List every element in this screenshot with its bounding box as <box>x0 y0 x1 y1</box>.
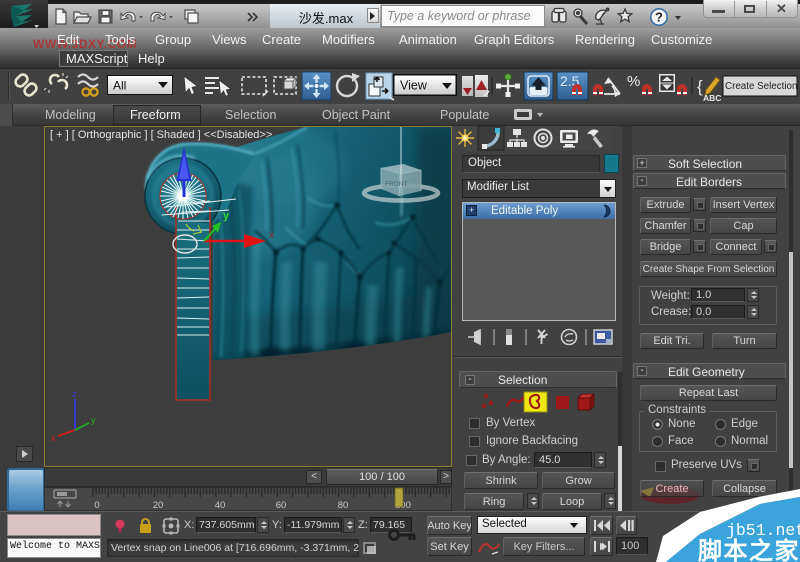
svg-text:Create Selection: Create Selection <box>725 81 797 92</box>
svg-text:20: 20 <box>153 500 164 511</box>
svg-text:y: y <box>223 210 230 222</box>
svg-text:y: y <box>91 415 96 425</box>
svg-text:z: z <box>72 389 77 399</box>
svg-text:ABC: ABC <box>703 93 721 103</box>
svg-text:?: ? <box>655 10 663 25</box>
svg-text:60: 60 <box>276 500 287 511</box>
svg-text:80: 80 <box>338 500 349 511</box>
svg-text:FRONT: FRONT <box>385 181 407 188</box>
svg-text:x: x <box>269 230 274 241</box>
svg-text:0: 0 <box>94 500 99 511</box>
svg-text:x: x <box>51 433 56 443</box>
svg-text:脚本之家: 脚本之家 <box>698 537 800 562</box>
svg-text:View: View <box>400 79 428 93</box>
svg-text:All: All <box>113 79 126 93</box>
svg-text:%: % <box>627 73 640 90</box>
svg-text:40: 40 <box>215 500 226 511</box>
